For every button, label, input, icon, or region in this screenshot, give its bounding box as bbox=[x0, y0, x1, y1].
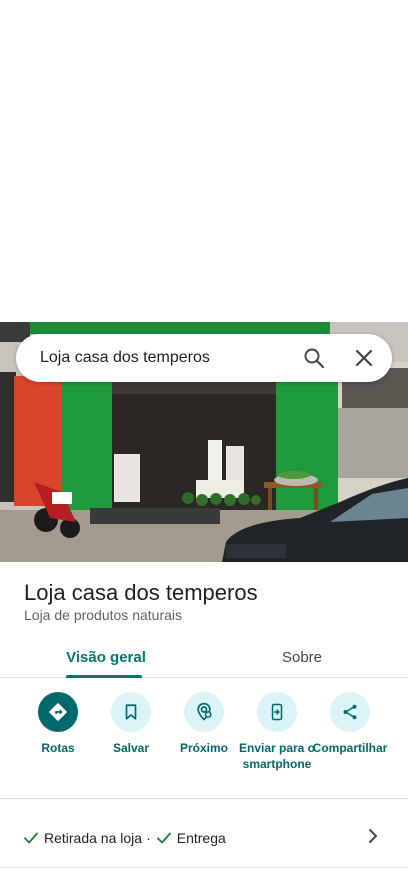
tab-about[interactable]: Sobre bbox=[204, 636, 400, 678]
check-icon bbox=[156, 832, 171, 844]
search-icon[interactable] bbox=[302, 346, 326, 370]
delivery-label: Entrega bbox=[176, 830, 226, 846]
send-to-phone-button[interactable]: Enviar para o smartphone bbox=[236, 692, 318, 772]
send-to-phone-label: Enviar para o smartphone bbox=[238, 741, 316, 771]
place-title: Loja casa dos temperos bbox=[24, 580, 258, 605]
nearby-icon bbox=[184, 692, 224, 732]
search-input[interactable]: Loja casa dos temperos bbox=[40, 349, 392, 367]
service-options-row[interactable]: Retirada na loja · Entrega bbox=[0, 816, 408, 860]
map-area[interactable] bbox=[0, 0, 408, 322]
chevron-right-icon[interactable] bbox=[366, 826, 380, 846]
save-button[interactable]: Salvar bbox=[90, 692, 172, 756]
search-bar[interactable]: Loja casa dos temperos bbox=[16, 334, 392, 382]
pickup-label: Retirada na loja bbox=[44, 830, 143, 846]
service-separator: · bbox=[146, 830, 151, 846]
send-to-phone-icon bbox=[257, 692, 297, 732]
bottom-divider bbox=[0, 867, 408, 868]
save-label: Salvar bbox=[112, 741, 150, 755]
close-icon[interactable] bbox=[352, 346, 376, 370]
directions-icon bbox=[38, 692, 78, 732]
section-divider bbox=[0, 798, 408, 799]
bookmark-icon bbox=[111, 692, 151, 732]
share-label: Compartilhar bbox=[312, 741, 388, 755]
nearby-label: Próximo bbox=[179, 741, 228, 755]
nearby-button[interactable]: Próximo bbox=[163, 692, 245, 756]
action-row: Rotas Salvar Próximo Enviar para o smart… bbox=[0, 692, 408, 796]
tab-overview[interactable]: Visão geral bbox=[0, 636, 212, 678]
share-icon bbox=[330, 692, 370, 732]
active-tab-indicator bbox=[66, 675, 142, 678]
share-button[interactable]: Compartilhar bbox=[309, 692, 391, 756]
directions-label: Rotas bbox=[41, 741, 75, 755]
directions-button[interactable]: Rotas bbox=[17, 692, 99, 756]
place-category: Loja de produtos naturais bbox=[24, 607, 182, 623]
check-icon bbox=[24, 832, 38, 844]
tab-bar: Visão geral Sobre bbox=[0, 636, 408, 678]
